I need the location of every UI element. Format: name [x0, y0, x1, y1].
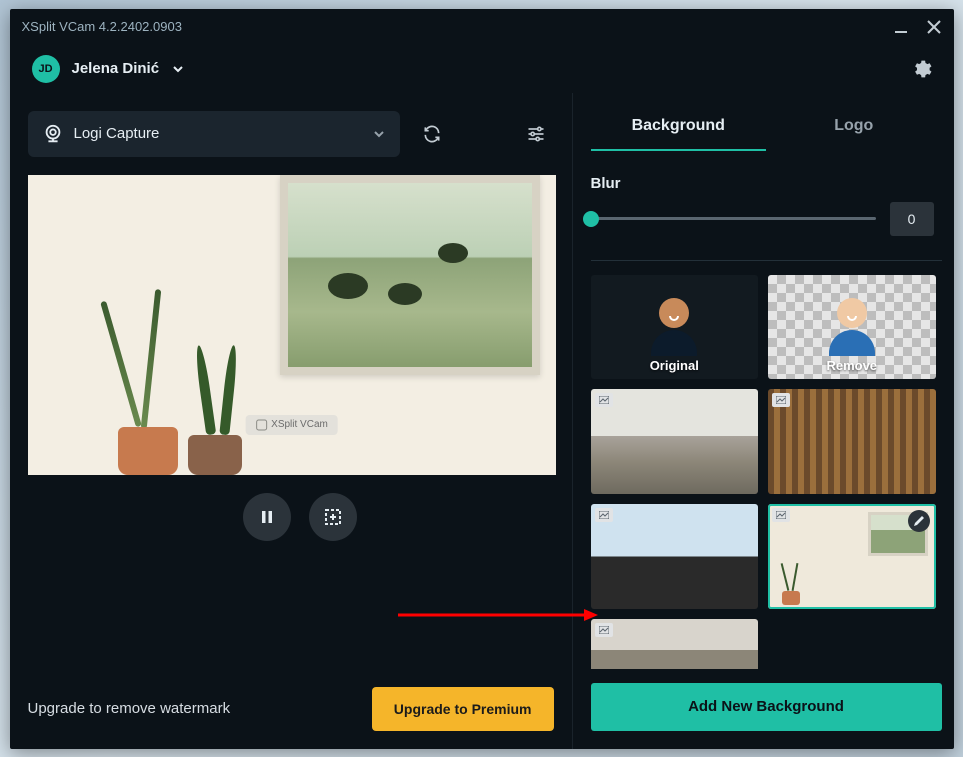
- image-badge-icon: [595, 508, 613, 522]
- window-title: XSplit VCam 4.2.2402.0903: [22, 19, 182, 34]
- user-menu[interactable]: JD Jelena Dinić: [32, 55, 186, 83]
- pause-icon: [260, 510, 274, 524]
- webcam-icon: [42, 123, 64, 145]
- bg-option-remove[interactable]: Remove: [768, 275, 936, 380]
- watermark: XSplit VCam: [245, 415, 338, 435]
- user-bar: JD Jelena Dinić: [10, 45, 954, 93]
- crop-icon: [324, 508, 342, 526]
- tab-logo[interactable]: Logo: [766, 107, 942, 151]
- bg-option-preset[interactable]: [591, 619, 759, 669]
- slider-thumb[interactable]: [583, 211, 599, 227]
- chevron-down-icon: [372, 127, 386, 141]
- sliders-icon: [526, 124, 546, 144]
- chevron-down-icon: [171, 62, 185, 76]
- edit-background-button[interactable]: [908, 510, 930, 532]
- preview-controls: [28, 493, 572, 541]
- camera-toolbar: Logi Capture: [28, 111, 572, 157]
- bg-option-preset[interactable]: [768, 504, 936, 609]
- camera-preview: XSplit VCam: [28, 175, 556, 475]
- user-name: Jelena Dinić: [72, 60, 160, 77]
- divider: [591, 260, 942, 261]
- bg-option-preset[interactable]: [591, 504, 759, 609]
- upgrade-button[interactable]: Upgrade to Premium: [372, 687, 554, 731]
- camera-select-label: Logi Capture: [74, 125, 160, 142]
- upgrade-row: Upgrade to remove watermark Upgrade to P…: [28, 687, 572, 731]
- close-icon[interactable]: [926, 19, 942, 35]
- blur-value: 0: [890, 202, 934, 236]
- image-badge-icon: [772, 508, 790, 522]
- upgrade-text: Upgrade to remove watermark: [28, 700, 231, 717]
- app-window: XSplit VCam 4.2.2402.0903 JD Jelena Dini…: [10, 9, 954, 749]
- background-grid: Original Remove: [591, 275, 936, 669]
- tabs: Background Logo: [591, 107, 942, 151]
- titlebar: XSplit VCam 4.2.2402.0903: [10, 9, 954, 45]
- pause-button[interactable]: [243, 493, 291, 541]
- gear-icon[interactable]: [910, 58, 932, 80]
- bg-option-preset[interactable]: [768, 389, 936, 494]
- bg-option-label: Remove: [768, 358, 936, 373]
- crop-button[interactable]: [309, 493, 357, 541]
- bg-option-original[interactable]: Original: [591, 275, 759, 380]
- add-background-button[interactable]: Add New Background: [591, 683, 942, 731]
- refresh-icon: [422, 124, 442, 144]
- background-grid-scroll[interactable]: Original Remove: [591, 275, 942, 669]
- pencil-icon: [913, 515, 925, 527]
- blur-label: Blur: [591, 175, 934, 192]
- blur-slider[interactable]: [591, 217, 876, 220]
- blur-section: Blur 0: [591, 175, 942, 236]
- image-badge-icon: [772, 393, 790, 407]
- main-body: Logi Capture: [10, 93, 954, 749]
- filters-button[interactable]: [518, 116, 554, 152]
- window-controls: [894, 19, 942, 35]
- bg-option-preset[interactable]: [591, 389, 759, 494]
- image-badge-icon: [595, 393, 613, 407]
- refresh-button[interactable]: [414, 116, 450, 152]
- image-badge-icon: [595, 623, 613, 637]
- avatar: JD: [32, 55, 60, 83]
- right-panel: Background Logo Blur 0 Original: [572, 93, 954, 749]
- camera-select[interactable]: Logi Capture: [28, 111, 400, 157]
- tab-background[interactable]: Background: [591, 107, 767, 151]
- left-panel: Logi Capture: [10, 93, 572, 749]
- minimize-icon[interactable]: [894, 20, 908, 34]
- bg-option-label: Original: [591, 358, 759, 373]
